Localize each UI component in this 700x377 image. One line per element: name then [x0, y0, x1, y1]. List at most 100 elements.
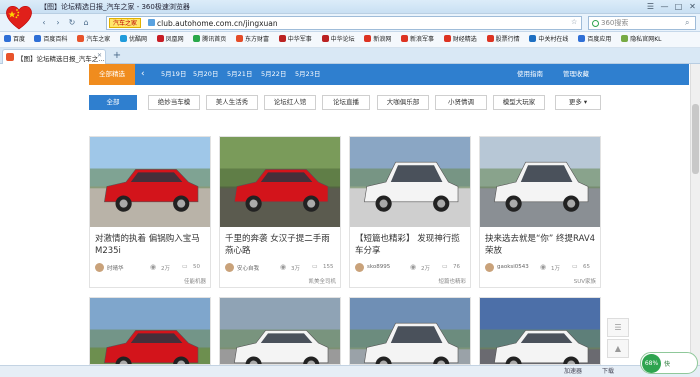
avatar[interactable]: [355, 263, 364, 272]
tab-close-icon[interactable]: ✕: [97, 52, 102, 59]
page-scrollbar[interactable]: [690, 64, 700, 365]
bookmark-item[interactable]: 百度百科: [34, 35, 67, 45]
view-count: 2万: [161, 266, 170, 272]
bookmark-item[interactable]: 股票行情: [486, 35, 520, 45]
site-badge: 汽车之家: [109, 18, 142, 28]
post-image[interactable]: [220, 298, 340, 364]
filter-chip[interactable]: 小贤情调: [435, 95, 487, 110]
post-title[interactable]: 对激情的执着 偏锅购入宝马M235i: [95, 233, 207, 258]
post-card[interactable]: [479, 297, 601, 365]
filter-chip[interactable]: 模型大玩家: [493, 95, 545, 110]
post-image[interactable]: [90, 298, 210, 364]
post-title[interactable]: 【短篇也精彩】 发现神行揽车分享: [355, 233, 467, 258]
filter-chip-all[interactable]: 全部: [89, 95, 137, 110]
bookmark-label: 百度应用: [587, 36, 612, 43]
bookmark-favicon-icon: [401, 35, 408, 42]
filter-chip[interactable]: 美人生活秀: [206, 95, 258, 110]
filter-chip[interactable]: 绝妙当车模: [148, 95, 200, 110]
close-button[interactable]: ✕: [686, 1, 699, 12]
post-card[interactable]: 对激情的执着 偏锅购入宝马M235i 时晴华 ◉ 2万 ▭ 50 佳能机器: [89, 136, 211, 288]
bookmark-item[interactable]: 中华军事: [278, 35, 312, 45]
address-bar[interactable]: 汽车之家 club.autohome.com.cn/jingxuan ☆: [106, 16, 582, 30]
bookmark-item[interactable]: 百度应用: [578, 35, 611, 45]
date-tab[interactable]: 5月22日: [261, 64, 286, 85]
bookmark-label: 东方财富: [245, 36, 270, 43]
bookmark-item[interactable]: 凤凰网: [156, 35, 184, 45]
download-label[interactable]: 下载: [602, 367, 614, 377]
bookmark-item[interactable]: 东方财富: [236, 35, 269, 45]
all-picks-button[interactable]: 全部精选: [89, 64, 135, 85]
avatar[interactable]: [95, 263, 104, 272]
bookmark-item[interactable]: 汽车之家: [77, 35, 110, 45]
post-image[interactable]: [480, 137, 600, 227]
post-tag[interactable]: SUV家族: [574, 277, 596, 285]
speed-widget[interactable]: 68% 快: [640, 352, 698, 374]
bookmark-favicon-icon: [321, 35, 329, 42]
post-author[interactable]: 安心自我: [237, 264, 259, 272]
post-image[interactable]: [90, 137, 210, 227]
search-box[interactable]: 360搜索 ⌕: [588, 16, 696, 30]
post-card[interactable]: 【短篇也精彩】 发现神行揽车分享 sko8995 ◉ 2万 ▭ 76 短篇也精彩: [349, 136, 471, 288]
post-image[interactable]: [480, 298, 600, 364]
home-button[interactable]: ⌂: [80, 17, 92, 29]
post-author[interactable]: 时晴华: [107, 264, 124, 272]
bookmark-item[interactable]: 新浪网: [364, 35, 391, 45]
post-tag[interactable]: 佳能机器: [184, 277, 206, 285]
filter-chip[interactable]: 论坛红人馆: [264, 95, 316, 110]
back-to-top-icon[interactable]: ▲: [607, 339, 629, 358]
forward-button[interactable]: ›: [52, 17, 64, 29]
feedback-icon[interactable]: ☰: [607, 318, 629, 337]
date-tab[interactable]: 5月20日: [193, 64, 218, 85]
maximize-button[interactable]: □: [672, 1, 685, 12]
date-tab[interactable]: 5月23日: [295, 64, 320, 85]
date-tab[interactable]: 5月19日: [161, 64, 186, 85]
post-tag[interactable]: 短篇也精彩: [438, 277, 466, 285]
eye-icon: ◉: [280, 263, 287, 271]
post-author[interactable]: gaoksi0543: [497, 264, 529, 270]
accelerator-label[interactable]: 加速器: [564, 367, 582, 377]
bookmark-item[interactable]: 中华论坛: [321, 35, 355, 45]
date-nav-bar: 全部精选 ‹ 5月19日 5月20日 5月21日 5月22日 5月23日 使用指…: [89, 64, 689, 85]
post-image[interactable]: [220, 137, 340, 227]
post-card[interactable]: [89, 297, 211, 365]
date-tab[interactable]: 5月21日: [227, 64, 252, 85]
scrollbar-thumb[interactable]: [692, 104, 699, 174]
guide-link[interactable]: 使用指南: [517, 64, 543, 85]
post-title[interactable]: 抉来选去就是“你” 终提RAV4荣放: [485, 233, 597, 258]
bookmark-favicon-icon: [529, 35, 537, 42]
post-card[interactable]: 千里的奔袭 女汉子提二手雨燕心路 安心自我 ◉ 3万 ▭ 155 凯美全司机: [219, 136, 341, 288]
star-icon[interactable]: ☆: [571, 18, 577, 26]
url-text[interactable]: club.autohome.com.cn/jingxuan: [157, 18, 278, 29]
bookmark-item[interactable]: 中关村在线: [529, 35, 568, 45]
avatar[interactable]: [485, 263, 494, 272]
bookmark-label: 凤凰网: [165, 36, 184, 43]
prev-date-icon[interactable]: ‹: [141, 64, 145, 85]
bookmark-item[interactable]: 隐私官网KL: [621, 35, 661, 45]
search-input[interactable]: 360搜索: [601, 18, 628, 29]
bookmark-item[interactable]: 百度: [4, 35, 25, 45]
post-image[interactable]: [350, 298, 470, 364]
post-card[interactable]: 抉来选去就是“你” 终提RAV4荣放 gaoksi0543 ◉ 1万 ▭ 65 …: [479, 136, 601, 288]
post-title[interactable]: 千里的奔袭 女汉子提二手雨燕心路: [225, 233, 337, 258]
post-image[interactable]: [350, 137, 470, 227]
post-author[interactable]: sko8995: [367, 264, 390, 270]
bookmark-item[interactable]: 腾讯首页: [193, 35, 226, 45]
post-card[interactable]: [349, 297, 471, 365]
minimize-button[interactable]: —: [658, 1, 671, 12]
back-button[interactable]: ‹: [38, 17, 50, 29]
avatar[interactable]: [225, 263, 234, 272]
filter-chip[interactable]: 论坛直播: [322, 95, 370, 110]
search-icon[interactable]: ⌕: [685, 18, 689, 28]
menu-button[interactable]: ☰: [644, 1, 657, 12]
filter-chip[interactable]: 大咖俱乐部: [377, 95, 429, 110]
post-tag[interactable]: 凯美全司机: [308, 277, 336, 285]
more-filters-button[interactable]: 更多 ▾: [555, 95, 601, 110]
refresh-button[interactable]: ↻: [66, 17, 78, 29]
bookmark-item[interactable]: 优酷网: [120, 35, 147, 45]
tab-active[interactable]: 【图】论坛精选日报_汽车之... ✕: [2, 49, 106, 64]
manage-favorites-link[interactable]: 管理收藏: [563, 64, 589, 85]
post-card[interactable]: [219, 297, 341, 365]
bookmark-item[interactable]: 新浪军事: [401, 35, 434, 45]
new-tab-button[interactable]: +: [110, 50, 124, 62]
bookmark-item[interactable]: 财经精选: [443, 35, 477, 45]
